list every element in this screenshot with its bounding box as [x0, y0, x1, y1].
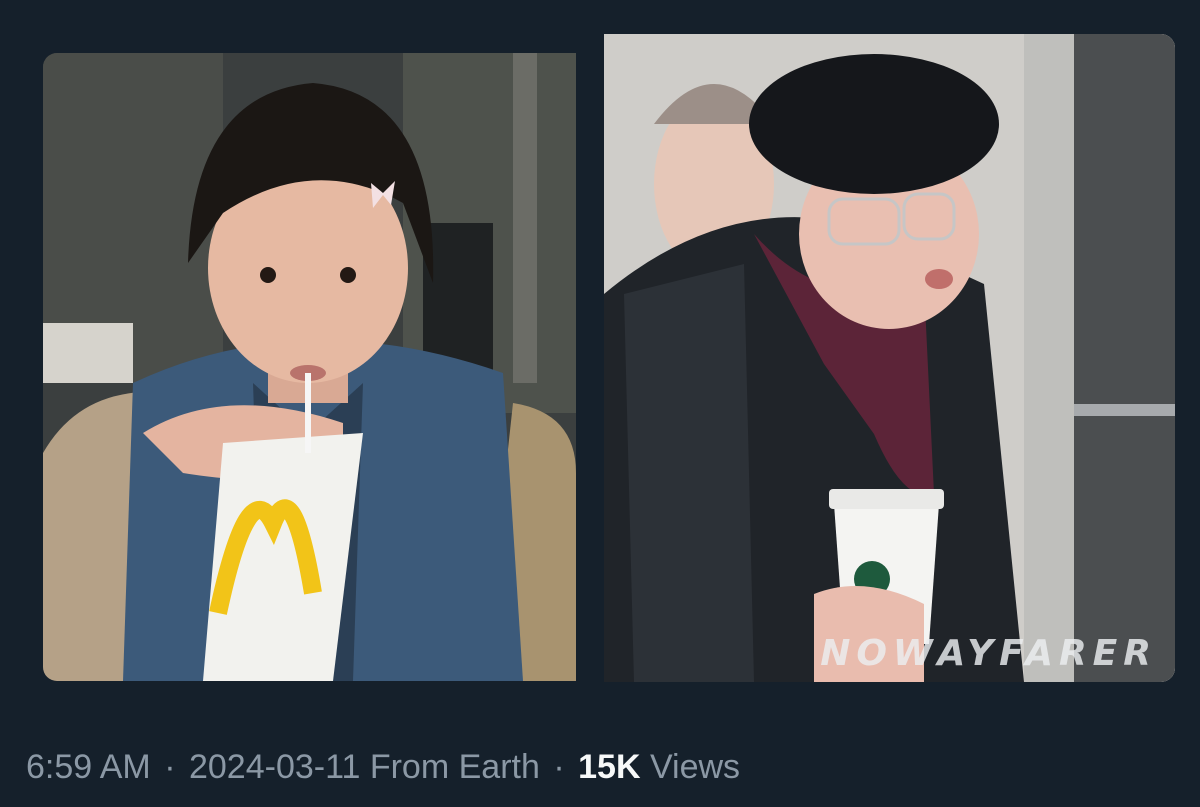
tweet-photo-1[interactable] — [43, 53, 576, 681]
tweet-time[interactable]: 6:59 AM — [26, 748, 151, 786]
views-label[interactable]: Views — [650, 748, 740, 786]
tweet-photo-2[interactable]: NOWAYFARER — [604, 34, 1175, 682]
tweet-meta: 6:59 AM · 2024-03-11 From Earth · 15K Vi… — [26, 748, 740, 787]
photo-watermark: NOWAYFARER — [820, 633, 1157, 674]
views-count[interactable]: 15K — [578, 748, 640, 786]
photo-1-illustration — [43, 53, 576, 681]
tweet-source: From Earth — [369, 748, 540, 786]
meta-separator: · — [553, 748, 565, 786]
meta-separator: · — [164, 748, 176, 786]
tweet-date[interactable]: 2024-03-11 — [189, 748, 360, 786]
photo-2-illustration — [604, 34, 1175, 682]
